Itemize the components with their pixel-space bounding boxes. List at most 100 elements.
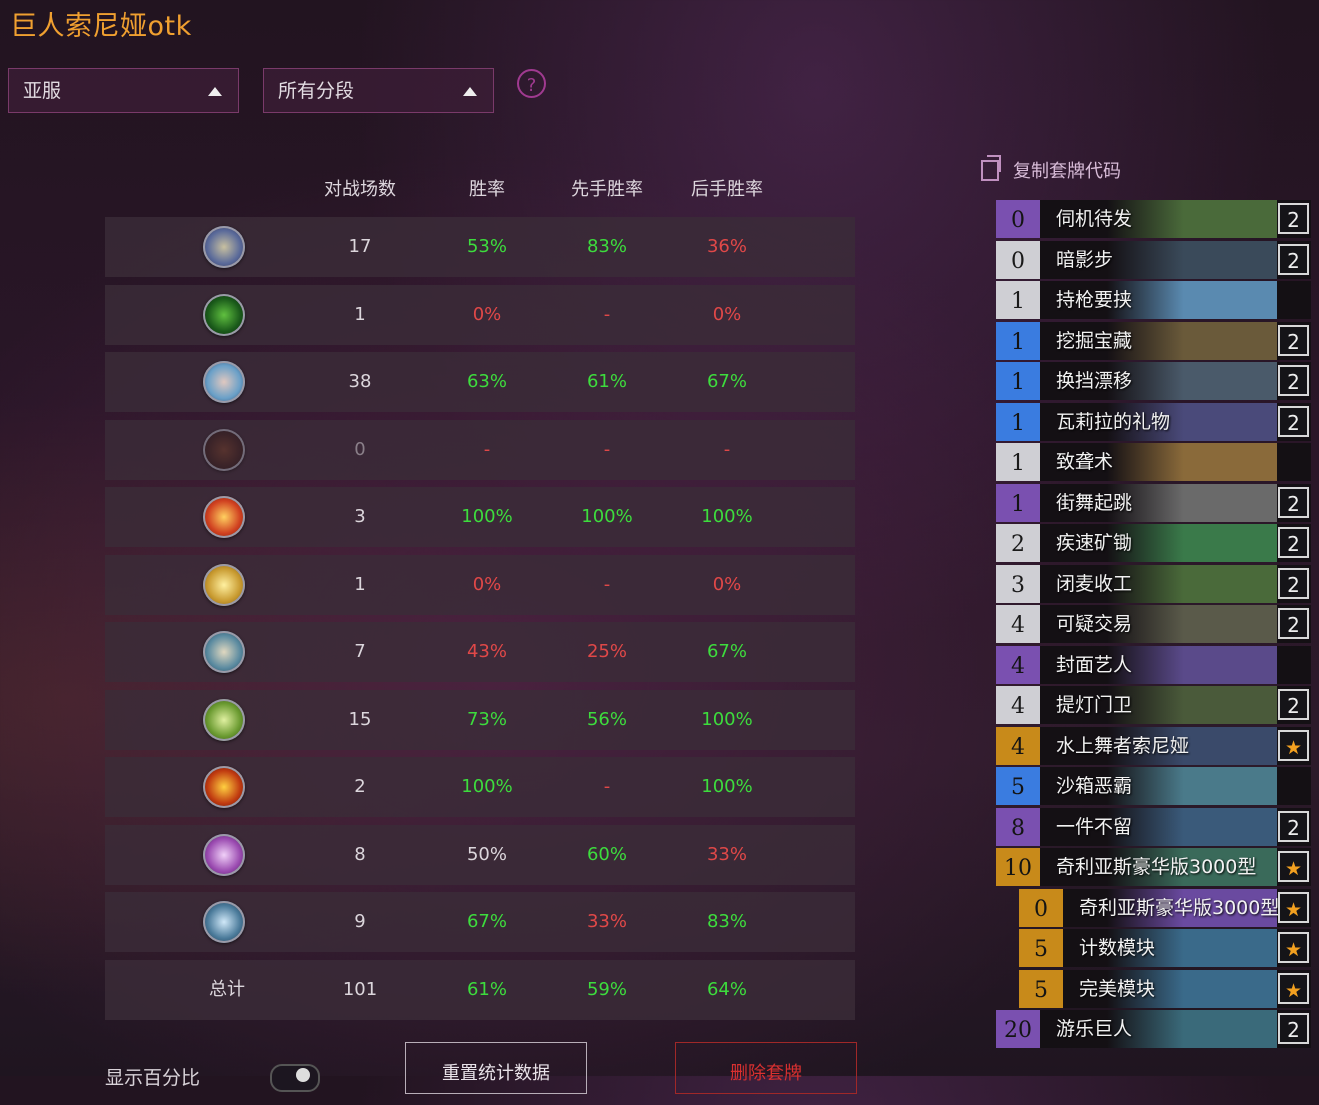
winrate-cell: 100% bbox=[461, 506, 513, 527]
card-name: 沙箱恶霸 bbox=[1056, 775, 1133, 797]
card-count: 2 bbox=[1278, 810, 1309, 842]
deck-card[interactable]: 1 瓦莉拉的礼物 2 bbox=[996, 402, 1311, 441]
first-winrate-cell: 25% bbox=[586, 641, 627, 662]
card-count-value: 2 bbox=[1287, 613, 1300, 637]
card-count: 2 bbox=[1278, 689, 1309, 720]
card-count-value: 2 bbox=[1287, 491, 1300, 516]
card-cost: 5 bbox=[1019, 929, 1063, 967]
card-art bbox=[1107, 362, 1277, 400]
deck-card[interactable]: 4 封面艺人 bbox=[996, 645, 1311, 684]
card-cost: 5 bbox=[996, 767, 1040, 805]
table-row: 1 0% - 0% bbox=[105, 284, 855, 345]
table-row: 7 43% 25% 67% bbox=[105, 622, 855, 682]
deck-card[interactable]: 20 游乐巨人 2 bbox=[996, 1010, 1311, 1048]
card-art bbox=[1107, 564, 1277, 603]
card-cost: 4 bbox=[996, 645, 1040, 684]
deck-card[interactable]: 10 奇利亚斯豪华版3000型 ★ bbox=[996, 848, 1311, 886]
hunter-class-icon bbox=[203, 428, 245, 471]
second-winrate-cell: 100% bbox=[701, 776, 753, 797]
deck-card[interactable]: 1 挖掘宝藏 2 bbox=[996, 321, 1311, 360]
help-icon[interactable]: ? bbox=[517, 69, 546, 98]
deck-card[interactable]: 4 提灯门卫 2 bbox=[996, 686, 1311, 724]
card-cost: 4 bbox=[996, 686, 1040, 724]
card-name: 一件不留 bbox=[1056, 815, 1133, 838]
card-count-value: 2 bbox=[1287, 370, 1300, 394]
deck-card[interactable]: 1 持枪要挟 bbox=[996, 281, 1311, 319]
card-art bbox=[1107, 524, 1277, 562]
card-name: 封面艺人 bbox=[1056, 653, 1133, 676]
card-cost: 8 bbox=[996, 807, 1040, 846]
legendary-star-icon: ★ bbox=[1278, 932, 1309, 963]
table-row: 17 53% 83% 36% bbox=[105, 217, 855, 277]
copy-deck-code-button[interactable]: 复制套牌代码 bbox=[981, 155, 1121, 183]
second-winrate-cell: 0% bbox=[712, 573, 742, 595]
games-cell: 2 bbox=[354, 776, 366, 797]
deck-card[interactable]: 2 疾速矿锄 2 bbox=[996, 524, 1311, 562]
region-select[interactable]: 亚服 bbox=[8, 68, 239, 113]
deck-card[interactable]: 4 可疑交易 2 bbox=[996, 605, 1311, 643]
winrate-cell: - bbox=[483, 438, 491, 460]
card-count-value: 2 bbox=[1287, 329, 1300, 354]
first-winrate-cell: - bbox=[603, 438, 611, 460]
card-name: 致聋术 bbox=[1056, 451, 1114, 473]
delete-deck-button[interactable]: 删除套牌 bbox=[675, 1042, 857, 1094]
card-count-value: 2 bbox=[1287, 572, 1300, 597]
legendary-star-icon: ★ bbox=[1278, 891, 1309, 923]
card-name: 伺机待发 bbox=[1056, 208, 1133, 230]
card-name: 可疑交易 bbox=[1056, 613, 1133, 635]
reset-stats-button[interactable]: 重置统计数据 bbox=[405, 1042, 587, 1094]
second-winrate-cell: 36% bbox=[706, 236, 747, 257]
star-glyph: ★ bbox=[1284, 898, 1303, 921]
card-name: 街舞起跳 bbox=[1056, 491, 1133, 514]
deck-card[interactable]: 8 一件不留 2 bbox=[996, 807, 1311, 846]
second-winrate-cell: 67% bbox=[706, 641, 747, 662]
deck-card[interactable]: 3 闭麦收工 2 bbox=[996, 564, 1311, 603]
show-percent-toggle[interactable] bbox=[270, 1064, 320, 1092]
table-row: 8 50% 60% 33% bbox=[105, 824, 855, 885]
warlock-class-icon bbox=[203, 766, 245, 808]
card-name: 挖掘宝藏 bbox=[1056, 329, 1133, 352]
deck-card[interactable]: 4 水上舞者索尼娅 ★ bbox=[996, 726, 1311, 765]
caret-up-icon bbox=[463, 87, 477, 96]
deck-card[interactable]: 0 伺机待发 2 bbox=[996, 200, 1311, 238]
deck-card[interactable]: 1 街舞起跳 2 bbox=[996, 483, 1311, 522]
total-label: 总计 bbox=[209, 978, 245, 1000]
card-count: 2 bbox=[1278, 203, 1309, 234]
star-glyph: ★ bbox=[1284, 736, 1303, 759]
card-cost: 0 bbox=[996, 200, 1040, 238]
star-glyph: ★ bbox=[1284, 979, 1303, 1002]
winrate-cell: 63% bbox=[466, 371, 507, 392]
header-second-winrate: 后手胜率 bbox=[691, 179, 763, 200]
table-row: 3 100% 100% 100% bbox=[105, 487, 855, 547]
table-row: 1 0% - 0% bbox=[105, 554, 855, 615]
deck-card[interactable]: 0 奇利亚斯豪华版3000型 ★ bbox=[1019, 888, 1311, 927]
deck-card[interactable]: 5 计数模块 ★ bbox=[1019, 929, 1311, 967]
games-cell: 1 bbox=[354, 303, 366, 325]
rank-select[interactable]: 所有分段 bbox=[263, 68, 494, 113]
card-count: 2 bbox=[1278, 527, 1309, 558]
legendary-star-icon: ★ bbox=[1278, 972, 1309, 1004]
first-winrate-cell: - bbox=[603, 303, 611, 325]
card-art bbox=[1107, 767, 1277, 805]
first-winrate-cell: 56% bbox=[586, 708, 627, 730]
card-cost: 1 bbox=[996, 402, 1040, 441]
star-glyph: ★ bbox=[1284, 939, 1303, 961]
games-cell: 3 bbox=[354, 506, 366, 527]
deck-card[interactable]: 1 换挡漂移 2 bbox=[996, 362, 1311, 400]
header-winrate: 胜率 bbox=[469, 179, 505, 200]
deck-card[interactable]: 5 完美模块 ★ bbox=[1019, 969, 1311, 1008]
card-name: 闭麦收工 bbox=[1056, 572, 1133, 595]
card-count: 2 bbox=[1278, 567, 1309, 599]
deck-card[interactable]: 5 沙箱恶霸 bbox=[996, 767, 1311, 805]
card-name: 游乐巨人 bbox=[1056, 1018, 1133, 1040]
card-count-value: 2 bbox=[1287, 1018, 1300, 1042]
card-count-value: 2 bbox=[1287, 532, 1300, 556]
card-cost: 1 bbox=[996, 483, 1040, 522]
deck-card[interactable]: 1 致聋术 bbox=[996, 443, 1311, 481]
card-name: 计数模块 bbox=[1079, 937, 1156, 959]
card-art bbox=[1107, 1010, 1277, 1048]
second-winrate-cell: 100% bbox=[701, 708, 753, 730]
deck-card[interactable]: 0 暗影步 2 bbox=[996, 240, 1311, 279]
header-first-winrate: 先手胜率 bbox=[571, 179, 643, 200]
legendary-star-icon: ★ bbox=[1278, 851, 1309, 882]
